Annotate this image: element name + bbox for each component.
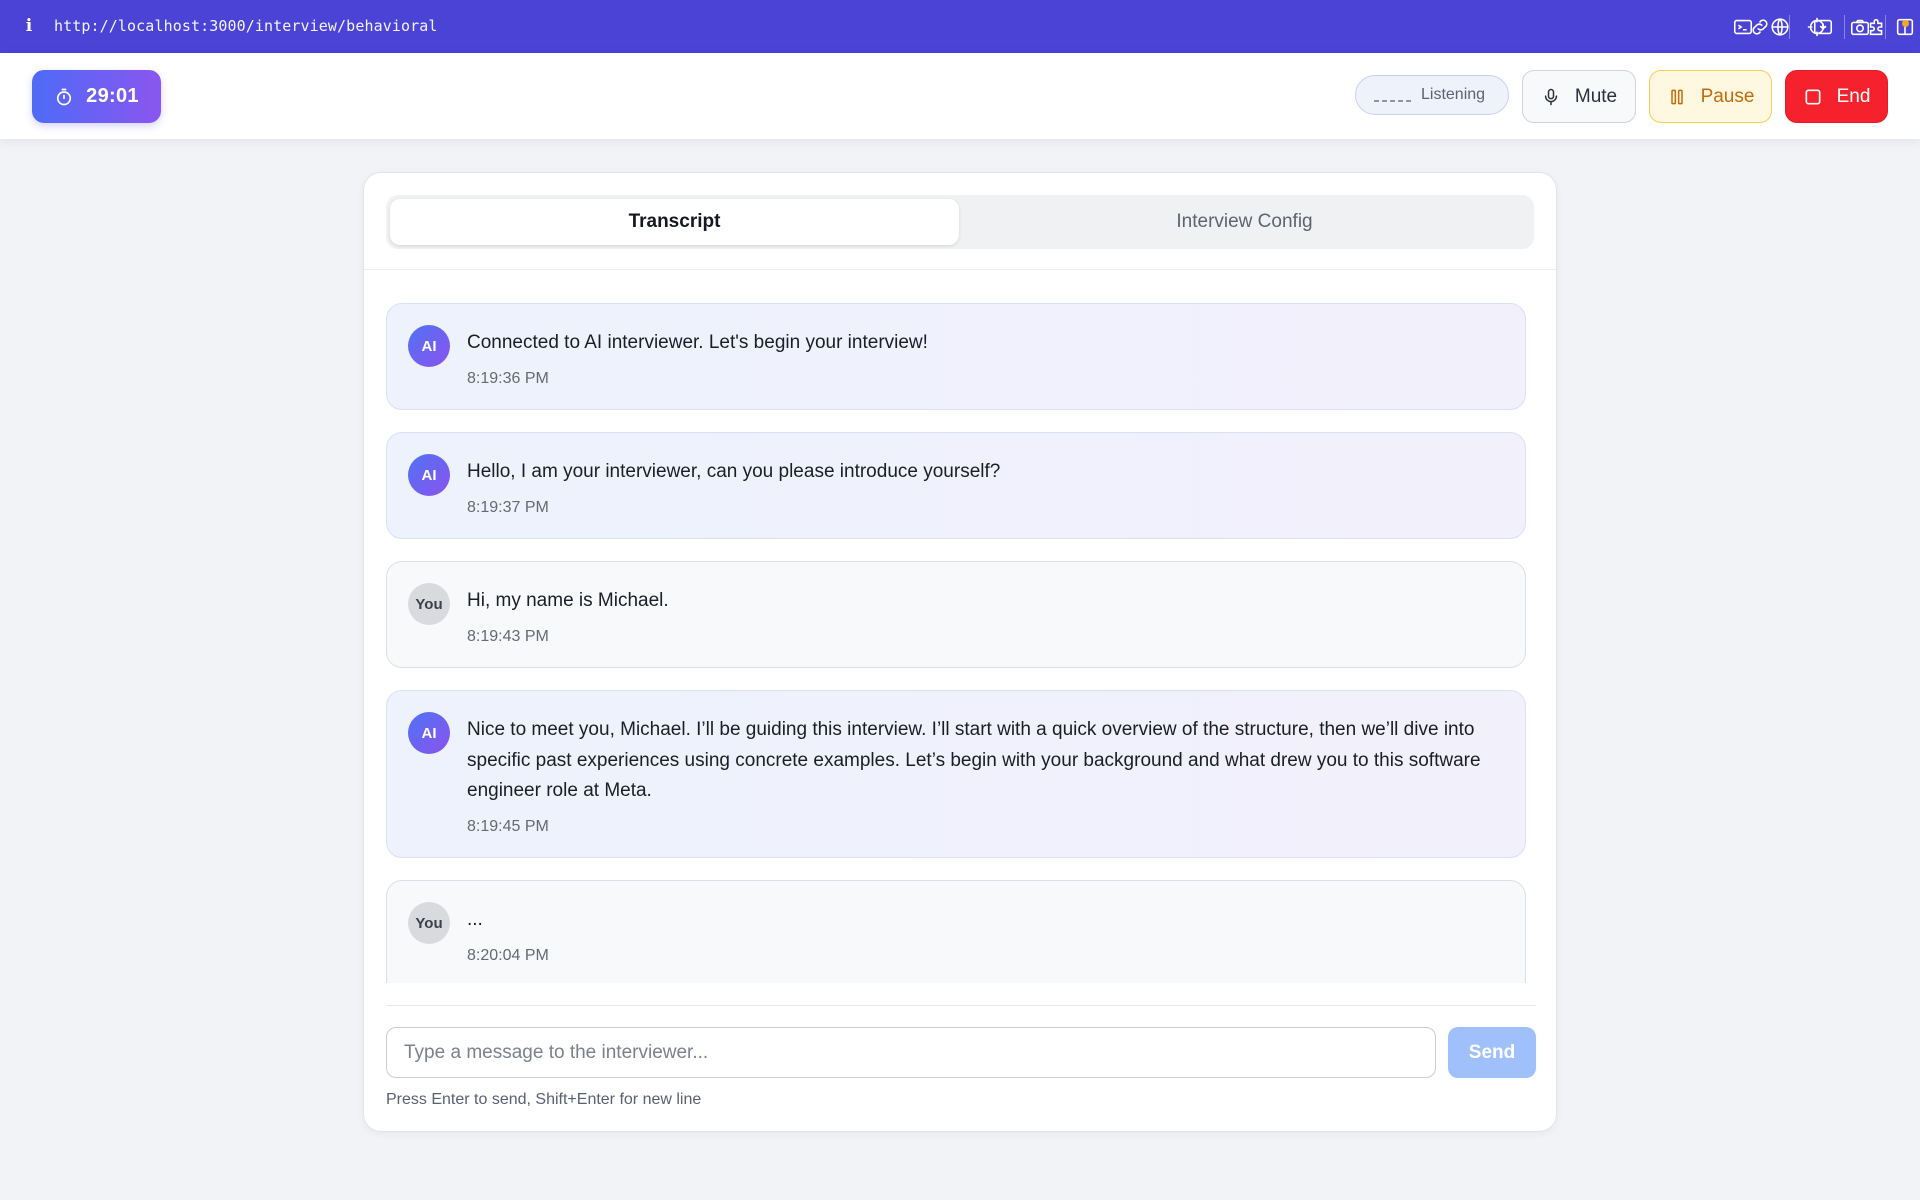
message-text: ... [467, 909, 483, 930]
timer-value: 29:01 [86, 85, 139, 107]
transcript-list[interactable]: AI Connected to AI interviewer. Let's be… [386, 303, 1526, 983]
interview-header: 29:01 Listening Mute Pause End [0, 53, 1920, 139]
sidebar-icon[interactable] [1894, 16, 1916, 38]
end-button[interactable]: End [1785, 70, 1888, 123]
interview-panel: Transcript Interview Config AI Connected… [363, 172, 1557, 1132]
send-button[interactable]: Send [1448, 1027, 1536, 1078]
message-time: 8:19:36 PM [467, 370, 549, 387]
tab-interview-config[interactable]: Interview Config [959, 199, 1530, 245]
input-hint: Press Enter to send, Shift+Enter for new… [386, 1091, 702, 1108]
avatar-user: You [408, 902, 450, 944]
browser-toolbar: i http://localhost:3000/interview/behavi… [0, 0, 1920, 53]
terminal-icon[interactable] [1732, 16, 1754, 38]
message-time: 8:19:37 PM [467, 499, 549, 516]
notification-dot [1902, 20, 1909, 27]
divider [364, 269, 1556, 270]
mute-label: Mute [1574, 85, 1618, 107]
message-text: Hello, I am your interviewer, can you pl… [467, 461, 1001, 482]
extensions-icon[interactable] [1866, 16, 1888, 38]
message-ai: AI Nice to meet you, Michael. I’ll be gu… [386, 690, 1526, 858]
message-text: Hi, my name is Michael. [467, 590, 669, 611]
microphone-icon [1544, 88, 1558, 105]
audio-wave-icon [1374, 88, 1411, 102]
listening-label: Listening [1421, 86, 1486, 103]
info-icon[interactable]: i [22, 15, 36, 37]
avatar-ai: AI [408, 454, 450, 496]
message-time: 8:20:04 PM [467, 947, 549, 964]
message-ai: AI Hello, I am your interviewer, can you… [386, 432, 1526, 539]
divider [386, 1005, 1536, 1006]
tab-list: Transcript Interview Config [386, 195, 1534, 249]
message-text: Connected to AI interviewer. Let's begin… [467, 332, 928, 353]
stopwatch-icon [57, 88, 72, 105]
browser-actions-right [1720, 0, 1920, 53]
pause-icon [1670, 89, 1683, 104]
crosshair-icon[interactable] [1806, 16, 1828, 38]
tab-transcript[interactable]: Transcript [390, 199, 959, 245]
interview-timer: 29:01 [32, 70, 161, 123]
message-user: You Hi, my name is Michael. 8:19:43 PM [386, 561, 1526, 668]
message-time: 8:19:45 PM [467, 818, 549, 835]
pause-button[interactable]: Pause [1649, 70, 1772, 123]
avatar-ai: AI [408, 325, 450, 367]
avatar-user: You [408, 583, 450, 625]
globe-icon[interactable] [1769, 16, 1791, 38]
message-input[interactable] [386, 1027, 1436, 1078]
pause-label: Pause [1700, 85, 1755, 107]
message-user: You ... 8:20:04 PM [386, 880, 1526, 983]
message-text: Nice to meet you, Michael. I’ll be guidi… [467, 719, 1481, 801]
message-time: 8:19:43 PM [467, 628, 549, 645]
listening-status: Listening [1355, 75, 1509, 115]
avatar-ai: AI [408, 712, 450, 754]
mute-button[interactable]: Mute [1522, 70, 1636, 123]
message-ai: AI Connected to AI interviewer. Let's be… [386, 303, 1526, 410]
url-bar[interactable]: http://localhost:3000/interview/behavior… [54, 17, 438, 35]
end-label: End [1836, 85, 1871, 107]
stop-icon [1805, 89, 1821, 104]
